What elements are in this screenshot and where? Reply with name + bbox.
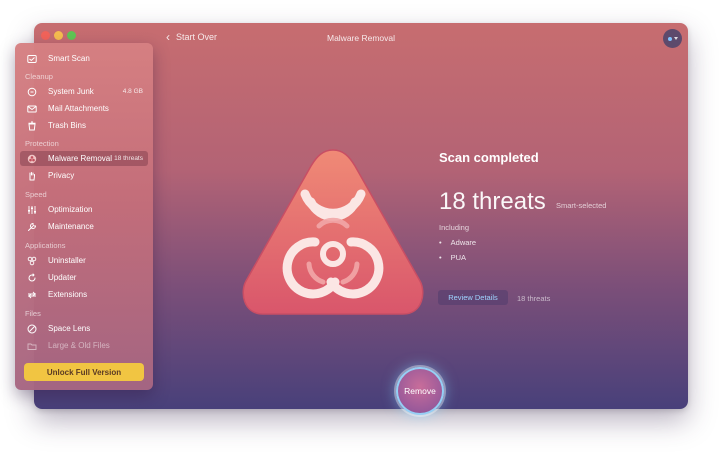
unlock-full-version-button[interactable]: Unlock Full Version	[24, 363, 144, 381]
sidebar-item-space-lens[interactable]: Space Lens	[20, 321, 148, 336]
sidebar-item-system-junk[interactable]: System Junk 4.8 GB	[20, 84, 148, 99]
system-junk-size: 4.8 GB	[122, 88, 143, 95]
hand-icon	[26, 170, 38, 182]
sidebar-item-extensions[interactable]: Extensions	[20, 287, 148, 302]
review-details-button[interactable]: Review Details	[438, 290, 508, 305]
section-speed: Speed	[25, 190, 47, 199]
sidebar-item-large-old-files[interactable]: Large & Old Files	[20, 338, 148, 353]
bullet-icon: •	[439, 238, 442, 247]
wrench-icon	[26, 221, 38, 233]
biohazard-icon	[26, 153, 38, 165]
sidebar-item-label: Privacy	[48, 171, 75, 180]
sidebar-item-optimization[interactable]: Optimization	[20, 202, 148, 217]
sidebar-item-maintenance[interactable]: Maintenance	[20, 219, 148, 234]
threat-item-adware: • Adware	[439, 238, 476, 247]
assistant-button[interactable]	[663, 29, 682, 48]
sidebar-item-uninstaller[interactable]: Uninstaller	[20, 253, 148, 268]
malware-threat-badge: 18 threats	[114, 155, 143, 162]
sliders-icon	[26, 204, 38, 216]
folder-icon	[26, 340, 38, 352]
sidebar-item-label: System Junk	[48, 87, 94, 96]
system-junk-icon	[26, 86, 38, 98]
threat-count: 18 threats	[439, 188, 546, 215]
threat-name: Adware	[450, 238, 477, 247]
biohazard-triangle-icon	[242, 149, 424, 315]
sidebar-item-smart-scan[interactable]: Smart Scan	[20, 51, 148, 66]
smart-scan-icon	[26, 53, 38, 65]
trash-icon	[26, 120, 38, 132]
review-threat-count: 18 threats	[517, 294, 551, 303]
remove-label: Remove	[404, 386, 436, 396]
extensions-icon	[26, 289, 38, 301]
smart-selected-label: Smart-selected	[556, 201, 607, 210]
updater-icon	[26, 272, 38, 284]
sidebar-item-label: Extensions	[48, 290, 88, 299]
assistant-dot-icon	[667, 36, 672, 41]
sidebar-item-label: Mail Attachments	[48, 104, 109, 113]
uninstaller-icon	[26, 255, 38, 267]
sidebar-item-malware-removal[interactable]: Malware Removal 18 threats	[20, 151, 148, 166]
remove-button[interactable]: Remove	[396, 367, 444, 415]
sidebar-item-trash-bins[interactable]: Trash Bins	[20, 118, 148, 133]
sidebar-item-label: Space Lens	[48, 324, 91, 333]
sidebar-item-label: Optimization	[48, 205, 93, 214]
sidebar-item-label: Large & Old Files	[48, 341, 110, 350]
scan-completed-heading: Scan completed	[439, 150, 539, 165]
threat-name: PUA	[450, 253, 467, 262]
sidebar-item-label: Updater	[48, 273, 77, 282]
window-title: Malware Removal	[326, 33, 396, 43]
caret-down-icon	[673, 37, 678, 40]
sidebar: Smart Scan Cleanup System Junk 4.8 GB Ma…	[15, 43, 153, 390]
threat-item-pua: • PUA	[439, 253, 466, 262]
sidebar-item-mail-attachments[interactable]: Mail Attachments	[20, 101, 148, 116]
sidebar-item-label: Uninstaller	[48, 256, 86, 265]
sidebar-item-label: Trash Bins	[48, 121, 86, 130]
sidebar-item-label: Maintenance	[48, 222, 94, 231]
section-cleanup: Cleanup	[25, 72, 53, 81]
sidebar-item-label: Malware Removal	[48, 154, 113, 163]
sidebar-item-label: Smart Scan	[48, 54, 90, 63]
section-applications: Applications	[25, 241, 66, 250]
including-label: Including	[439, 223, 470, 232]
sidebar-item-privacy[interactable]: Privacy	[20, 168, 148, 183]
section-files: Files	[25, 309, 41, 318]
space-lens-icon	[26, 323, 38, 335]
mail-icon	[26, 103, 38, 115]
bullet-icon: •	[439, 253, 442, 262]
section-protection: Protection	[25, 139, 59, 148]
sidebar-item-updater[interactable]: Updater	[20, 270, 148, 285]
